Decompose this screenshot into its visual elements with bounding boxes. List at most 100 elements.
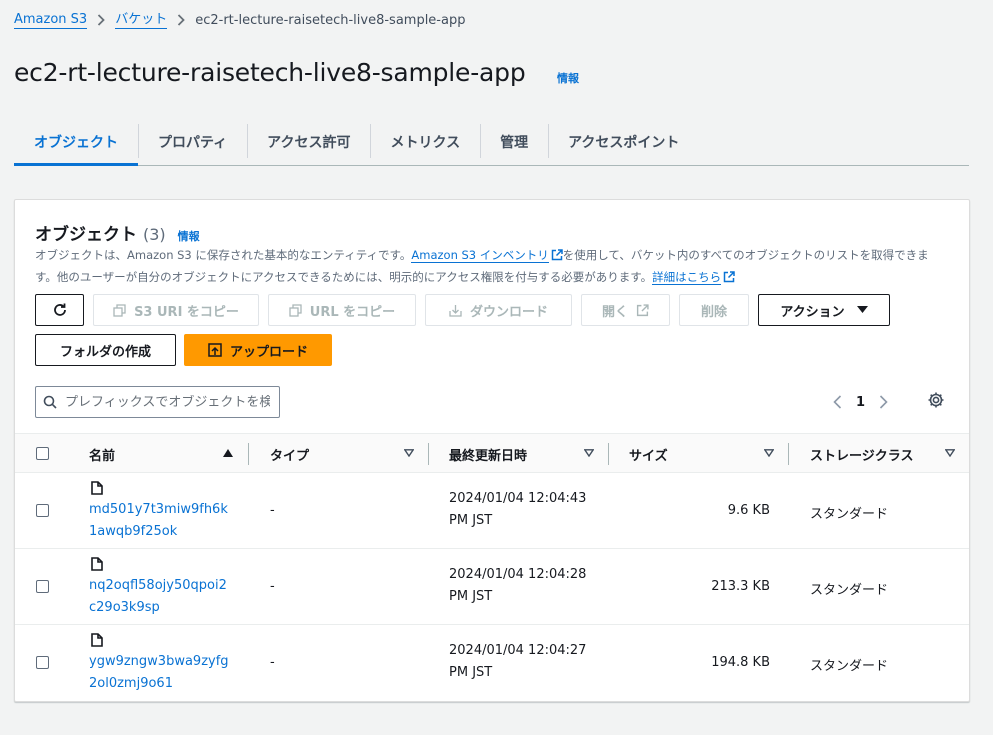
external-link-icon [723,269,735,289]
search-icon [43,395,57,409]
desc-text-1: オブジェクトは、Amazon S3 に保存された基本的なエンティティです。 [35,248,412,262]
upload-button[interactable]: アップロード [184,334,332,366]
object-last-modified: 2024/01/04 12:04:43 PM JST [449,491,587,528]
object-size: 213.3 KB [711,579,770,594]
external-link-icon [636,303,649,317]
download-icon [449,304,462,317]
delete-label: 削除 [700,304,727,320]
upload-icon [208,343,222,357]
gear-icon[interactable] [927,391,945,409]
copy-s3-uri-button[interactable]: S3 URI をコピー [93,294,259,326]
refresh-icon [52,302,68,318]
tab-objects[interactable]: オブジェクト [14,118,138,166]
search-box [35,386,280,418]
object-type: - [270,655,275,670]
column-divider [608,443,609,465]
copy-url-label: URL をコピー [309,304,396,320]
actions-dropdown[interactable]: アクション [758,294,890,326]
file-icon [91,481,239,497]
copy-icon [113,303,126,317]
objects-title: オブジェクト [35,225,137,245]
column-type[interactable]: タイプ [270,434,309,474]
upload-label: アップロード [229,344,308,360]
pagination: 1 [833,390,888,414]
table-header: 名前 タイプ 最終更新日時 サイズ ストレージクラス [15,433,969,473]
inventory-link[interactable]: Amazon S3 インベントリ [411,248,549,263]
objects-header: オブジェクト (3) 情報 [35,220,200,245]
column-size[interactable]: サイズ [629,434,668,474]
tab-metrics[interactable]: メトリクス [370,118,480,165]
file-icon [91,633,239,649]
open-button[interactable]: 開く [581,294,670,326]
object-storage-class: スタンダード [810,659,889,674]
table-row: ygw9zngw3bwa9zyfg 2ol0zmj9o61 - 2024/01/0… [15,625,969,701]
object-name-link[interactable]: ygw9zngw3bwa9zyfg 2ol0zmj9o61 [89,654,229,691]
copy-icon [289,303,302,317]
download-button[interactable]: ダウンロード [425,294,572,326]
create-folder-button[interactable]: フォルダの作成 [35,334,176,366]
page-info-link[interactable]: 情報 [557,70,579,86]
chevron-left-icon[interactable] [833,395,842,409]
objects-table: 名前 タイプ 最終更新日時 サイズ ストレージクラス md501y7t3miw9… [15,433,969,701]
object-last-modified: 2024/01/04 12:04:28 PM JST [449,567,587,604]
tab-access-points[interactable]: アクセスポイント [548,118,699,165]
object-name-cell: ygw9zngw3bwa9zyfg 2ol0zmj9o61 [89,633,239,695]
objects-panel: オブジェクト (3) 情報 オブジェクトは、Amazon S3 に保存された基本… [14,199,970,702]
download-label: ダウンロード [469,304,548,320]
tab-bar: オブジェクト プロパティ アクセス許可 メトリクス 管理 アクセスポイント [14,118,969,166]
select-all-checkbox[interactable] [36,447,49,460]
breadcrumb-buckets[interactable]: バケット [115,12,168,29]
row-checkbox[interactable] [36,656,49,669]
actions-label: アクション [780,304,845,320]
column-last-modified[interactable]: 最終更新日時 [449,434,527,474]
tab-management[interactable]: 管理 [480,118,548,165]
table-row: nq2oqfl58ojy50qpoi2 c29o3k9sp - 2024/01/0… [15,549,969,625]
object-size: 194.8 KB [711,655,770,670]
search-input[interactable] [65,394,270,410]
chevron-right-icon[interactable] [879,395,888,409]
tab-properties[interactable]: プロパティ [138,118,247,165]
object-size: 9.6 KB [727,503,770,518]
object-storage-class: スタンダード [810,583,889,598]
object-name-cell: md501y7t3miw9fh6k 1awqb9f25ok [89,481,239,543]
copy-url-button[interactable]: URL をコピー [268,294,416,326]
column-divider [788,443,789,465]
sort-down-icon[interactable] [945,449,955,457]
sort-ascending-icon[interactable] [223,449,233,457]
object-last-modified: 2024/01/04 12:04:27 PM JST [449,643,587,680]
objects-info-link[interactable]: 情報 [178,228,200,244]
object-type: - [270,503,275,518]
delete-button[interactable]: 削除 [679,294,749,326]
copy-s3-uri-label: S3 URI をコピー [134,304,239,320]
row-checkbox[interactable] [36,580,49,593]
column-divider [248,443,249,465]
breadcrumb-amazon-s3[interactable]: Amazon S3 [14,12,88,29]
object-type: - [270,579,275,594]
object-name-cell: nq2oqfl58ojy50qpoi2 c29o3k9sp [89,557,239,619]
refresh-button[interactable] [35,294,84,326]
learn-more-link[interactable]: 詳細はこちら [652,270,722,285]
chevron-right-icon [177,14,185,26]
create-folder-label: フォルダの作成 [59,344,151,360]
row-checkbox[interactable] [36,504,49,517]
sort-down-icon[interactable] [404,449,414,457]
column-name[interactable]: 名前 [89,434,115,474]
breadcrumb: Amazon S3 バケット ec2-rt-lecture-raisetech-… [14,10,465,30]
file-icon [91,557,239,573]
page-number[interactable]: 1 [856,395,865,410]
open-label: 開く [601,304,628,320]
column-storage-class[interactable]: ストレージクラス [810,434,913,474]
objects-description: オブジェクトは、Amazon S3 に保存された基本的なエンティティです。Ama… [35,245,950,289]
objects-count: (3) [143,225,166,244]
sort-down-icon[interactable] [584,449,594,457]
chevron-right-icon [97,14,105,26]
column-divider [428,443,429,465]
object-name-link[interactable]: nq2oqfl58ojy50qpoi2 c29o3k9sp [89,578,227,615]
sort-down-icon[interactable] [764,449,774,457]
page-title: ec2-rt-lecture-raisetech-live8-sample-ap… [14,58,526,87]
object-name-link[interactable]: md501y7t3miw9fh6k 1awqb9f25ok [89,502,228,539]
object-storage-class: スタンダード [810,507,889,522]
breadcrumb-current: ec2-rt-lecture-raisetech-live8-sample-ap… [195,12,466,28]
external-link-icon [551,247,563,267]
tab-permissions[interactable]: アクセス許可 [247,118,370,165]
